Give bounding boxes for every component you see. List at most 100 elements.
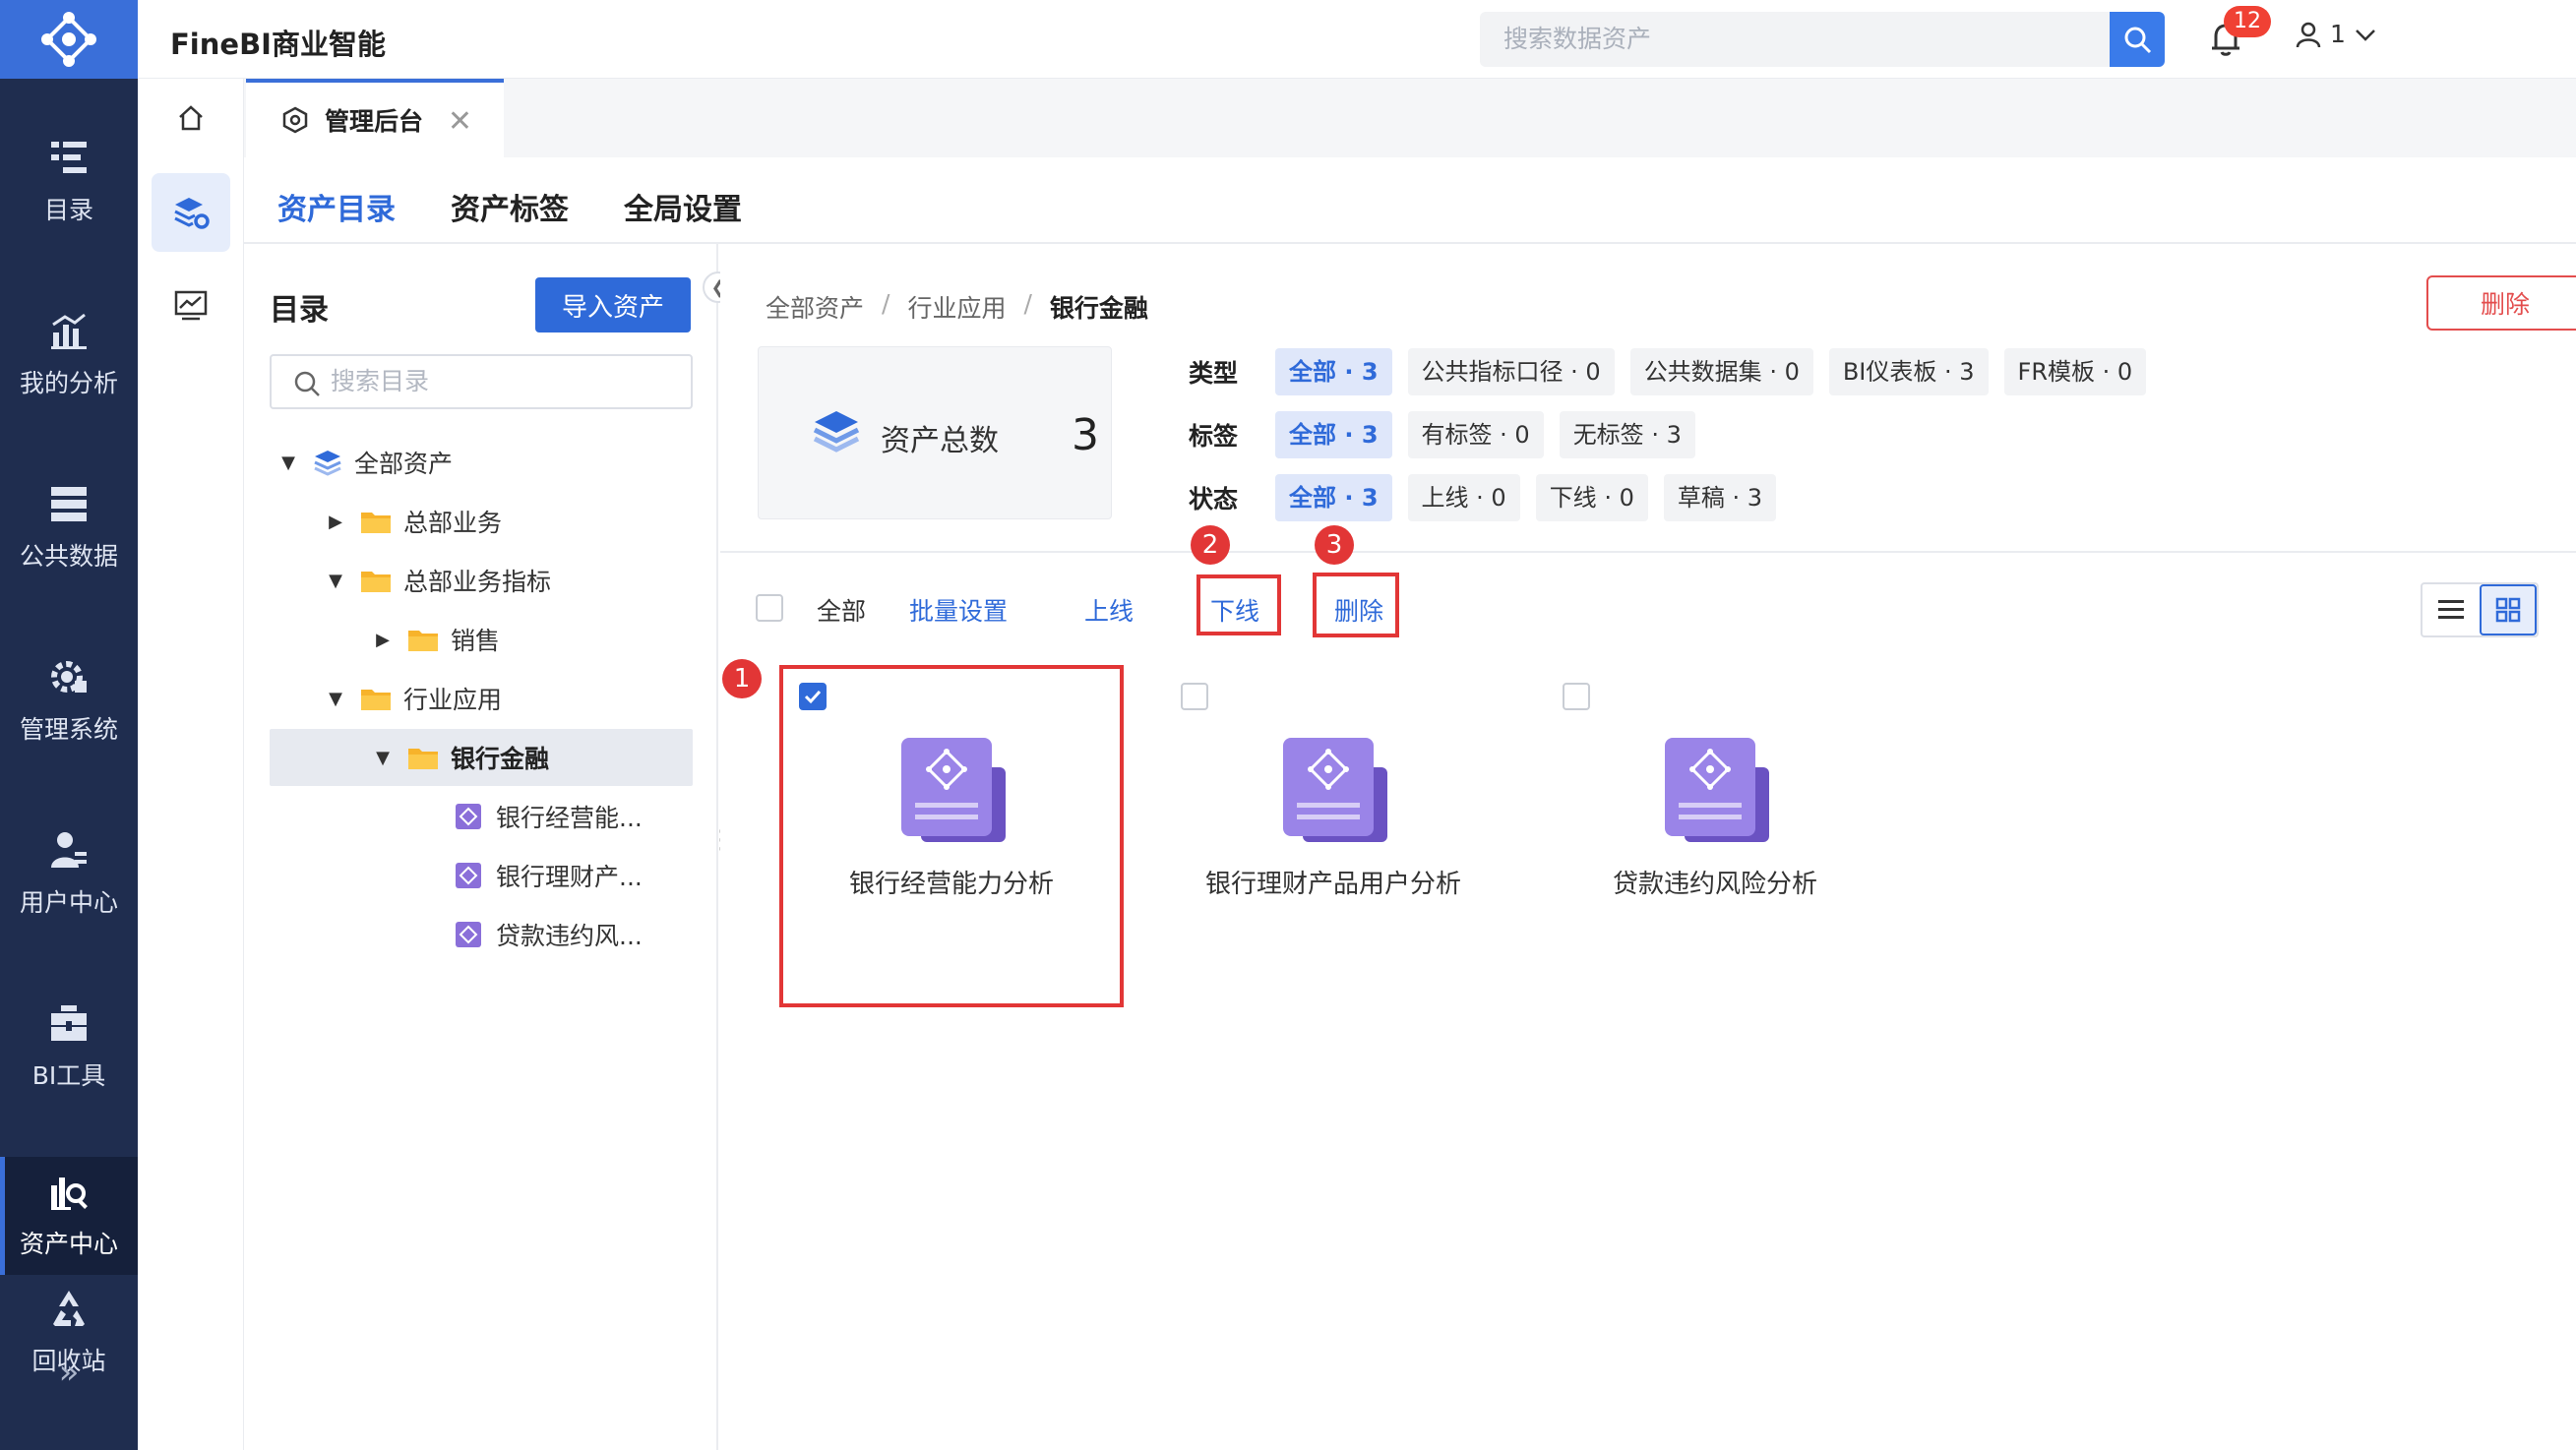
caret-down-icon[interactable]: ▼ (325, 689, 346, 709)
home-button[interactable] (138, 79, 244, 157)
tree-search-input[interactable] (272, 356, 691, 407)
user-menu[interactable]: 1 (2295, 20, 2377, 48)
sub-navigation: 资产目录 资产标签 全局设置 (244, 157, 2576, 254)
tree-search-box (270, 354, 693, 409)
chevron-down-icon (2356, 29, 2375, 41)
asset-card[interactable]: 银行经营能力分析 (781, 667, 1122, 1007)
nav-item-public-data[interactable]: 公共数据 (0, 450, 138, 607)
tree-node-hq-business[interactable]: ▶ 总部业务 (270, 493, 693, 550)
tree-node-hq-metrics[interactable]: ▼ 总部业务指标 (270, 552, 693, 609)
asset-title: 银行理财产品用户分析 (1204, 870, 1461, 899)
tree-node-report[interactable]: 银行经营能... (270, 788, 693, 845)
tree-node-label: 行业应用 (403, 686, 503, 714)
filter-chip[interactable]: FR模板 · 0 (2003, 348, 2147, 395)
tree-node-label: 总部业务 (403, 509, 503, 537)
layers-gear-icon (174, 198, 210, 229)
folder-icon (361, 572, 391, 592)
tree-node-all-assets[interactable]: ▼ 全部资产 (270, 434, 693, 491)
caret-down-icon[interactable]: ▼ (372, 748, 394, 768)
tree-node-sales[interactable]: ▶ 销售 (270, 611, 693, 668)
app-title: FineBI商业智能 (170, 28, 386, 61)
tree-node-industry-apps[interactable]: ▼ 行业应用 (270, 670, 693, 727)
filter-key: 状态 (1189, 485, 1239, 514)
annotation-badge: 1 (722, 659, 762, 698)
expand-nav-button[interactable]: » (0, 1348, 138, 1397)
tree-node-report[interactable]: 贷款违约风... (270, 906, 693, 963)
layers-icon (314, 451, 341, 476)
asset-card[interactable]: 银行理财产品用户分析 (1163, 667, 1503, 1007)
catalog-tree-panel: 目录 导入资产 ▼ 全部资产 ▶ 总部业务 ▼ 总部业务指标 ▶ 销售 (244, 244, 718, 1450)
asset-checkbox[interactable] (1181, 683, 1208, 710)
dashboard-icon (456, 863, 481, 888)
nav-label: 我的分析 (19, 369, 118, 397)
monitor-tool[interactable] (152, 266, 230, 344)
grid-view-button[interactable] (2480, 584, 2537, 635)
select-all-checkbox[interactable] (756, 594, 783, 622)
secondary-toolbar (138, 79, 244, 1450)
batch-settings-link[interactable]: 批量设置 (909, 592, 1008, 628)
user-icon (51, 832, 87, 868)
annotation-box-delete (1313, 573, 1399, 637)
tree-node-label: 银行理财产... (496, 863, 643, 891)
tab-global-settings[interactable]: 全局设置 (624, 185, 742, 228)
breadcrumb-item[interactable]: 全部资产 (766, 289, 864, 325)
delete-folder-button[interactable]: 删除 (2426, 275, 2576, 331)
tab-admin-backend[interactable]: 管理后台 ✕ (246, 79, 504, 157)
filter-chip[interactable]: 草稿 · 3 (1663, 474, 1776, 521)
tree-node-label: 销售 (451, 627, 501, 655)
filter-chip[interactable]: 全部 · 3 (1275, 411, 1392, 458)
caret-down-icon[interactable]: ▼ (277, 453, 299, 473)
close-icon[interactable]: ✕ (448, 104, 472, 139)
filter-chip[interactable]: 公共指标口径 · 0 (1407, 348, 1615, 395)
tree-node-banking[interactable]: ▼ 银行金融 (270, 729, 693, 786)
monitor-chart-icon (174, 290, 208, 321)
caret-right-icon[interactable]: ▶ (325, 512, 346, 532)
divider (720, 551, 2576, 553)
filter-chip[interactable]: BI仪表板 · 3 (1828, 348, 1989, 395)
select-all-label[interactable]: 全部 (817, 592, 866, 628)
caret-down-icon[interactable]: ▼ (325, 571, 346, 591)
annotation-badge: 2 (1191, 525, 1230, 565)
filter-key: 类型 (1189, 359, 1239, 388)
home-icon (179, 105, 203, 131)
caret-right-icon[interactable]: ▶ (372, 630, 394, 650)
filter-chip[interactable]: 上线 · 0 (1407, 474, 1520, 521)
asset-manage-tool[interactable] (152, 173, 230, 252)
nav-item-user-center[interactable]: 用户中心 (0, 796, 138, 953)
folder-icon (361, 513, 391, 533)
asset-total-label: 资产总数 (881, 424, 999, 458)
tree-title: 目录 (270, 293, 329, 328)
tree-node-report[interactable]: 银行理财产... (270, 847, 693, 904)
search-icon (2124, 27, 2152, 54)
online-link[interactable]: 上线 (1084, 592, 1134, 628)
nav-item-analysis[interactable]: 我的分析 (0, 276, 138, 434)
nav-item-asset-center[interactable]: 资产中心 (0, 1157, 138, 1275)
filter-chip[interactable]: 有标签 · 0 (1407, 411, 1544, 458)
breadcrumb-item[interactable]: 行业应用 (907, 289, 1006, 325)
nav-item-admin[interactable]: 管理系统 (0, 623, 138, 780)
nav-label: 用户中心 (19, 888, 118, 917)
tab-strip: 管理后台 ✕ (244, 79, 2576, 157)
list-view-button[interactable] (2423, 584, 2480, 635)
filter-chip[interactable]: 全部 · 3 (1275, 348, 1392, 395)
import-asset-button[interactable]: 导入资产 (535, 277, 691, 332)
tab-label: 管理后台 (325, 107, 424, 136)
annotation-badge: 3 (1315, 525, 1354, 565)
filter-chip[interactable]: 无标签 · 3 (1559, 411, 1695, 458)
filter-chip[interactable]: 全部 · 3 (1275, 474, 1392, 521)
filter-chip[interactable]: 公共数据集 · 0 (1629, 348, 1813, 395)
tab-asset-catalog[interactable]: 资产目录 (277, 185, 396, 254)
search-button[interactable] (2110, 12, 2165, 67)
asset-card[interactable]: 贷款违约风险分析 (1545, 667, 1885, 1007)
asset-title: 银行经营能力分析 (848, 870, 1054, 899)
asset-checkbox[interactable] (799, 683, 827, 710)
asset-search-input[interactable] (1480, 12, 2110, 67)
asset-checkbox[interactable] (1563, 683, 1590, 710)
dashboard-thumbnail-icon (901, 738, 1006, 842)
filter-chip[interactable]: 下线 · 0 (1535, 474, 1648, 521)
nav-item-catalog[interactable]: 目录 (0, 103, 138, 261)
tree-node-label: 贷款违约风... (496, 922, 643, 950)
fine-logo-icon[interactable] (0, 0, 138, 79)
nav-item-bi-tools[interactable]: BI工具 (0, 969, 138, 1126)
tab-asset-tags[interactable]: 资产标签 (451, 185, 569, 228)
